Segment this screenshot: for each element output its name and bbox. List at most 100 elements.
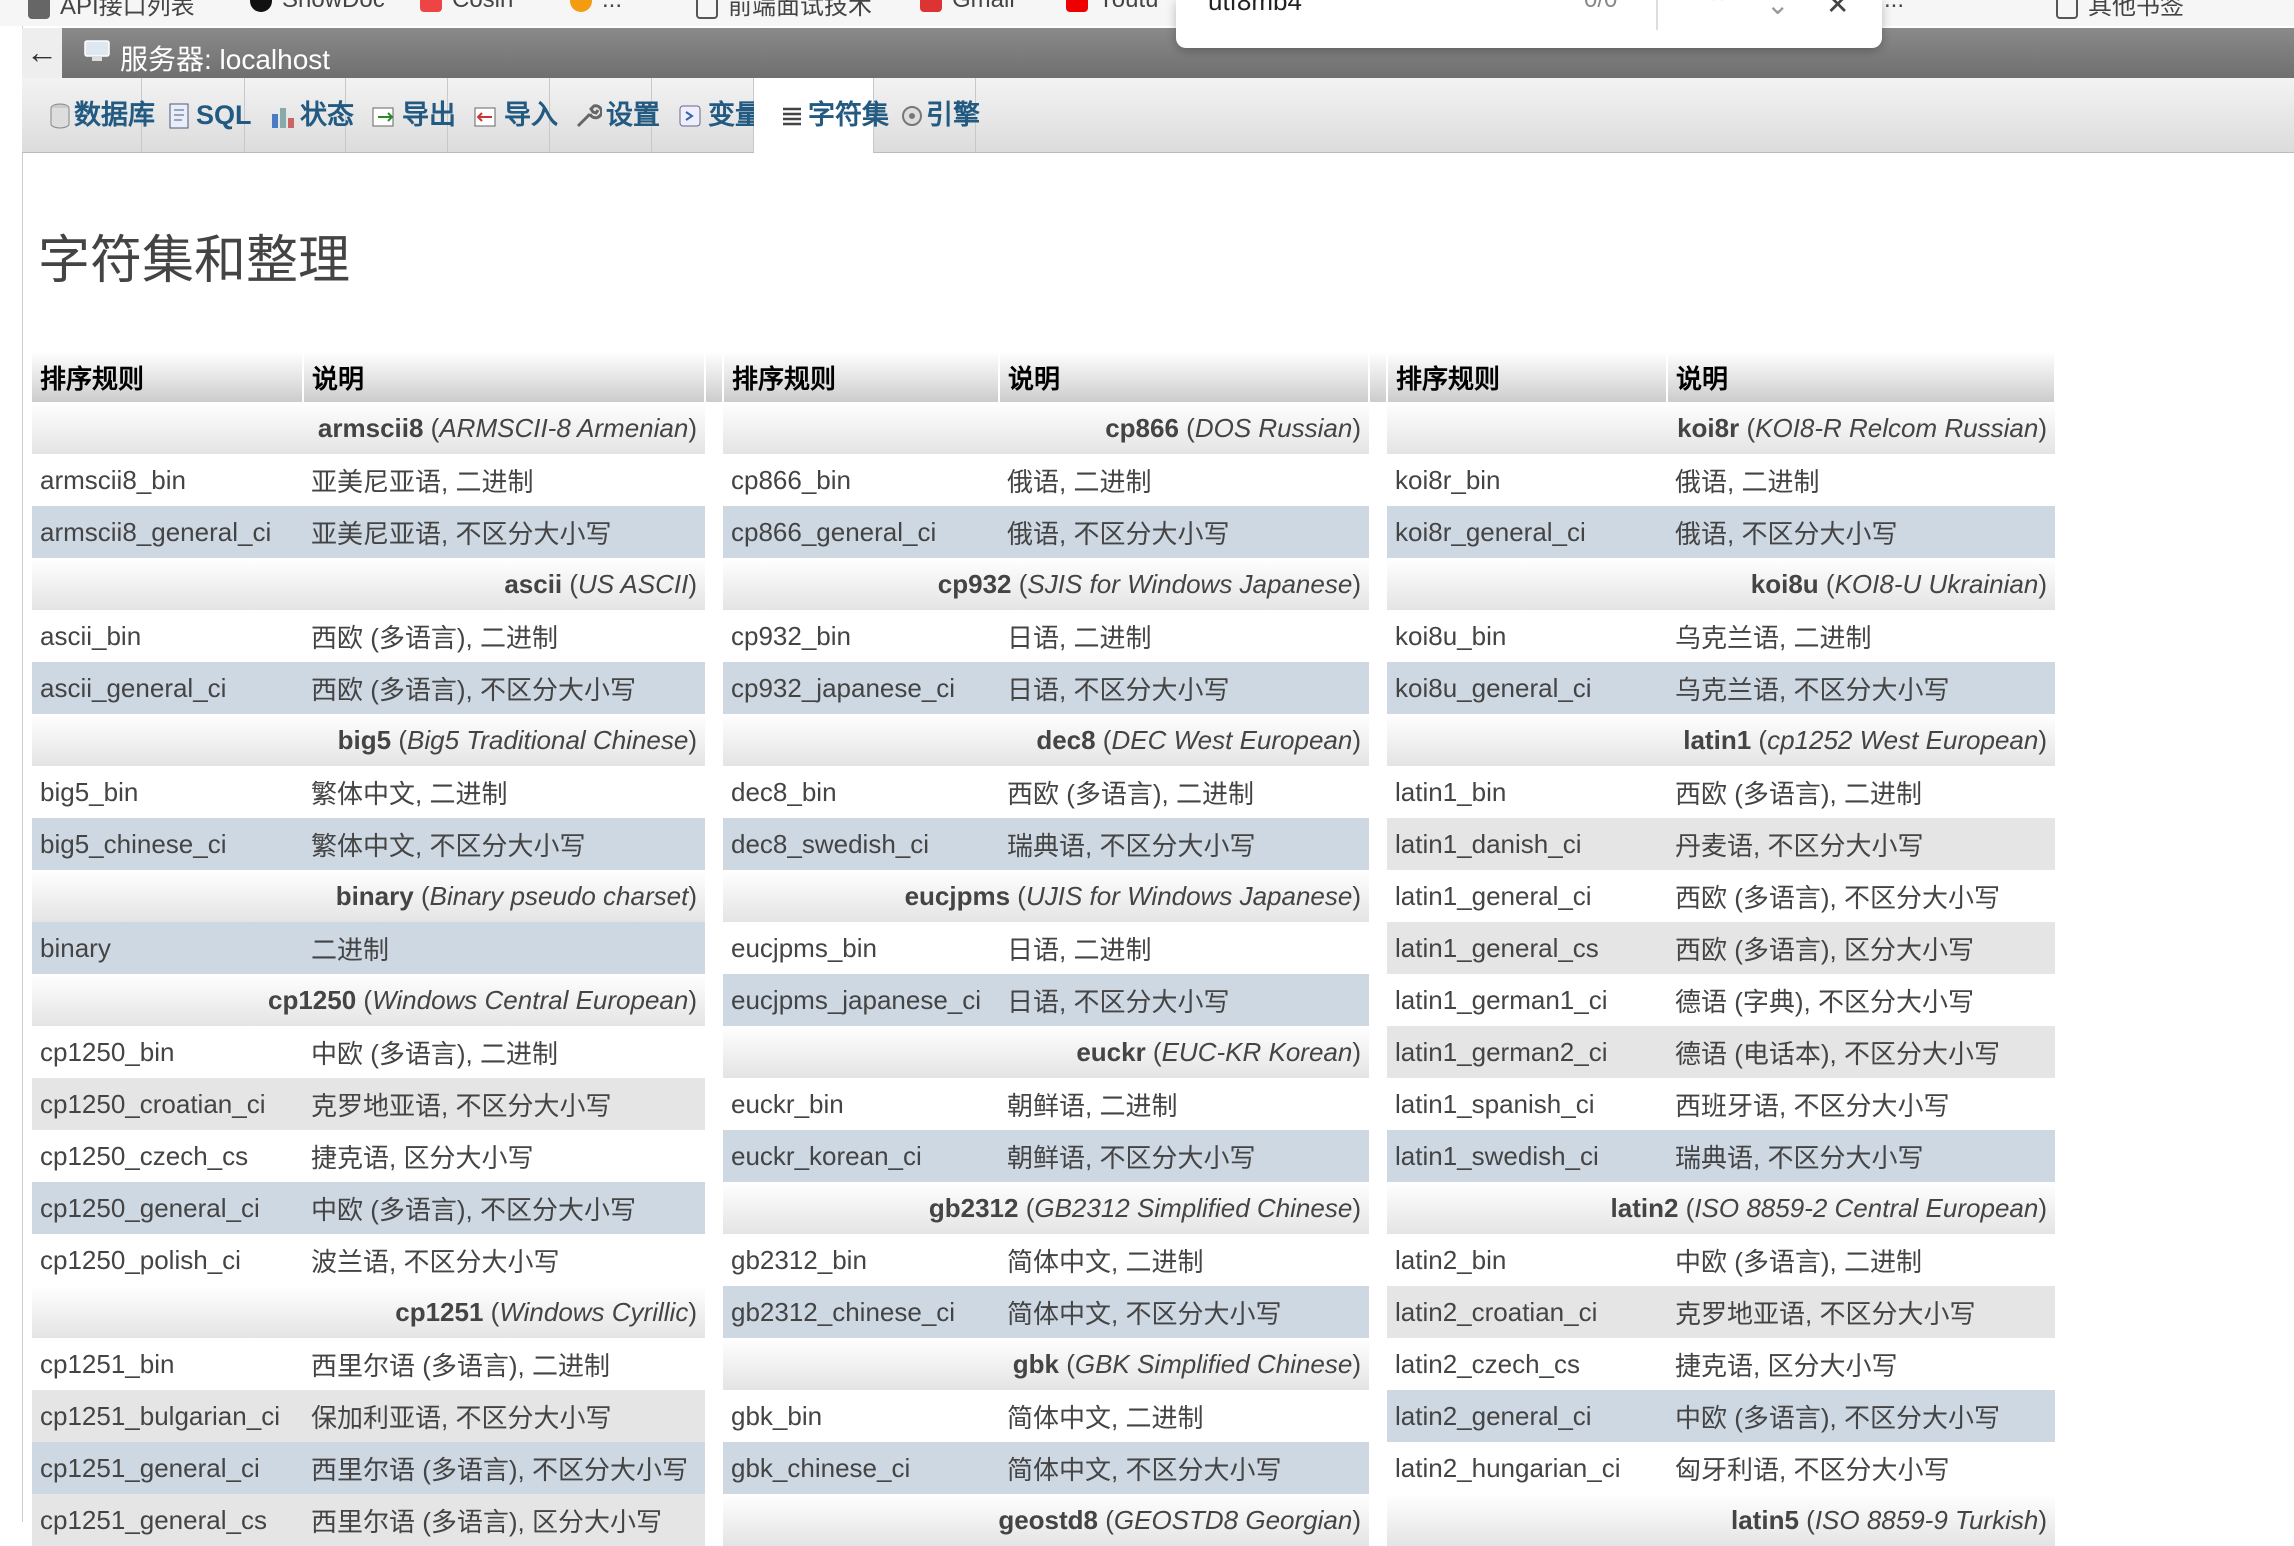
bookmark-item[interactable]: API接口列表 [28, 0, 195, 21]
find-close-icon[interactable]: ✕ [1826, 0, 1849, 21]
bookmark-item[interactable]: ShowDoc [250, 0, 385, 14]
collation-description: 捷克语, 区分大小写 [1667, 1338, 2055, 1390]
paren-open: ( [1739, 412, 1756, 443]
charset-group-header: cp932 (SJIS for Windows Japanese) [723, 558, 1369, 610]
collation-name: latin2_bin [1387, 1234, 1667, 1286]
bookmark-item[interactable]: Cosin [420, 0, 513, 14]
paren-open: ( [1010, 880, 1026, 911]
table-row: cp1251_general_ci 西里尔语 (多语言), 不区分大小写 gbk_c… [32, 1442, 2055, 1494]
find-match-count: 0/0 [1584, 0, 1617, 14]
find-input[interactable]: utf8mb4 [1208, 0, 1302, 17]
import-icon [474, 107, 496, 127]
tab-variables[interactable]: 变量 [652, 78, 762, 152]
charset-name: armscii8 [317, 412, 424, 443]
collation-name: gb2312_bin [723, 1234, 999, 1286]
collation-name: koi8r_bin [1387, 454, 1667, 506]
collation-description: 俄语, 二进制 [999, 454, 1369, 506]
collation-description: 丹麦语, 不区分大小写 [1667, 818, 2055, 870]
left-edge [0, 26, 23, 1522]
charset-name: koi8u [1750, 568, 1819, 599]
column-gap [705, 662, 723, 714]
collation-name: koi8u_general_ci [1387, 662, 1667, 714]
paren-close: ) [2038, 568, 2047, 599]
table-row: armscii8 (ARMSCII-8 Armenian) cp866 (DOS … [32, 402, 2055, 454]
collation-name: cp1250_general_ci [32, 1182, 303, 1234]
collation-name: latin2_hungarian_ci [1387, 1442, 1667, 1494]
tab-databases[interactable]: 数据库 [22, 78, 155, 152]
bookmark-item[interactable]: 前端面试技术 [696, 0, 872, 21]
collation-description: 日语, 二进制 [999, 610, 1369, 662]
collation-description: 俄语, 不区分大小写 [1667, 506, 2055, 558]
collation-name: cp1250_polish_ci [32, 1234, 303, 1286]
charset-group-header: koi8r (KOI8-R Relcom Russian) [1387, 402, 2055, 454]
column-gap [705, 558, 723, 610]
tab-sql[interactable]: SQL [142, 78, 252, 152]
tab-engines[interactable]: 引擎 [874, 78, 980, 152]
collation-description: 日语, 不区分大小写 [999, 974, 1369, 1026]
paren-open: ( [1818, 568, 1835, 599]
paren-open: ( [413, 880, 430, 911]
collation-description: 简体中文, 二进制 [999, 1234, 1369, 1286]
collation-description: 西班牙语, 不区分大小写 [1667, 1078, 2055, 1130]
collation-name: latin1_general_ci [1387, 870, 1667, 922]
tab-export[interactable]: 导出 [346, 78, 456, 152]
paren-open: ( [1098, 1504, 1114, 1535]
table-row: cp1251_bulgarian_ci 保加利亚语, 不区分大小写 gbk_bin 简… [32, 1390, 2055, 1442]
table-header-row: 排序规则 说明 排序规则 说明 排序规则 说明 [32, 352, 2056, 402]
column-header-description: 说明 [999, 352, 1370, 402]
table-row: cp1251_bin 西里尔语 (多语言), 二进制 gbk (GBK Simpli… [32, 1338, 2055, 1390]
collation-description: 西欧 (多语言), 二进制 [1667, 766, 2055, 818]
collation-name: big5_bin [32, 766, 303, 818]
charset-name: cp1250 [267, 984, 357, 1015]
tab-status[interactable]: 状态 [245, 78, 354, 152]
charset-description: DEC West European [1111, 724, 1353, 755]
collation-name: ascii_general_ci [32, 662, 303, 714]
bookmark-item[interactable]: Youtu [1066, 0, 1159, 14]
server-title[interactable]: 服务器: localhost [120, 38, 330, 78]
back-arrow-icon[interactable]: ← [22, 28, 62, 78]
collation-name: euckr_korean_ci [723, 1130, 999, 1182]
collation-description: 日语, 二进制 [999, 922, 1369, 974]
bookmark-item[interactable]: ... [1884, 0, 1904, 14]
collation-name: armscii8_general_ci [32, 506, 303, 558]
tab-import[interactable]: 导入 [448, 78, 558, 152]
paren-open: ( [1178, 412, 1195, 443]
paren-close: ) [2038, 412, 2047, 443]
tab-settings[interactable]: 设置 [550, 78, 660, 152]
column-gap [1369, 1442, 1387, 1494]
column-gap [705, 1442, 723, 1494]
server-breadcrumb-bar: ← 服务器: localhost [22, 28, 2294, 78]
collation-name: latin2_croatian_ci [1387, 1286, 1667, 1338]
charset-group-header: latin2 (ISO 8859-2 Central European) [1387, 1182, 2055, 1234]
charset-group-header: ascii (US ASCII) [32, 558, 705, 610]
column-gap [1369, 974, 1387, 1026]
tab-charsets[interactable]: 字符集 [754, 78, 889, 153]
collation-description: 西欧 (多语言), 不区分大小写 [1667, 870, 2055, 922]
paren-open: ( [391, 724, 407, 755]
collation-description: 中欧 (多语言), 二进制 [1667, 1234, 2055, 1286]
paren-open: ( [356, 984, 373, 1015]
bookmark-item[interactable]: 其他书签 [2056, 0, 2184, 21]
charset-name: koi8r [1677, 412, 1740, 443]
column-gap [1369, 402, 1387, 454]
find-next-icon[interactable]: ⌄ [1766, 0, 1789, 21]
bookmark-item[interactable]: Gmail [920, 0, 1015, 14]
column-gap [1369, 1130, 1387, 1182]
wrench-icon [576, 104, 602, 128]
charset-group-header: gb2312 (GB2312 Simplified Chinese) [723, 1182, 1369, 1234]
column-gap [705, 974, 723, 1026]
collation-description: 亚美尼亚语, 二进制 [303, 454, 705, 506]
collation-name: cp1251_general_ci [32, 1442, 303, 1494]
column-gap [705, 1182, 723, 1234]
bookmark-item[interactable]: ... [570, 0, 622, 14]
find-previous-icon[interactable]: ⌃ [1706, 0, 1729, 21]
charsets-table: 排序规则 说明 排序规则 说明 排序规则 说明 armscii8 (ARMSCI… [32, 352, 2056, 1546]
column-gap [1369, 454, 1387, 506]
charset-description: ISO 8859-9 Turkish [1814, 1504, 2039, 1535]
charsets-table-body: armscii8 (ARMSCII-8 Armenian) cp866 (DOS … [32, 402, 2055, 1546]
collation-name: gb2312_chinese_ci [723, 1286, 999, 1338]
table-row: cp1250 (Windows Central European) eucjpms… [32, 974, 2055, 1026]
charset-name: cp866 [1105, 412, 1179, 443]
collation-description: 西欧 (多语言), 二进制 [303, 610, 705, 662]
collation-name: cp866_general_ci [723, 506, 999, 558]
